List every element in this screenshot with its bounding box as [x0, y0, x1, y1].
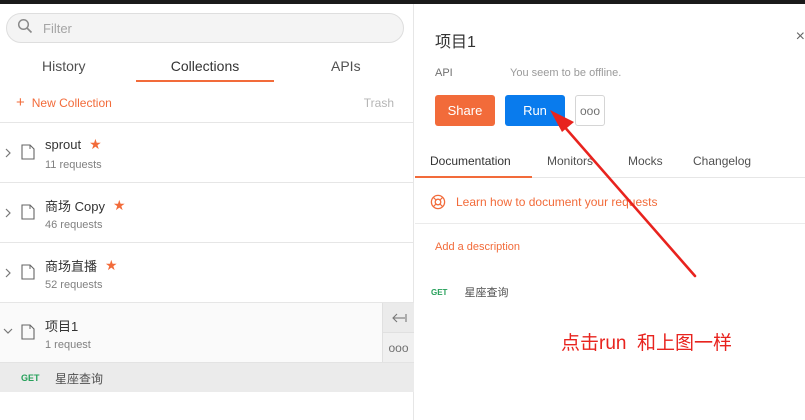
offline-notice: You seem to be offline. [510, 67, 622, 79]
tab-changelog[interactable]: Changelog [693, 154, 751, 168]
chevron-right-icon[interactable] [4, 207, 12, 219]
share-button[interactable]: Share [435, 95, 495, 126]
panel-title: 项目1 [435, 34, 476, 51]
collection-name: 项目1 [45, 319, 79, 334]
new-collection-label: New Collection [31, 96, 112, 110]
lifebuoy-icon [430, 194, 446, 210]
close-icon[interactable]: × [796, 28, 805, 46]
collection-list: sprout ★ 11 requests 商场 Copy ★ 46 reques… [0, 122, 414, 392]
tab-monitors[interactable]: Monitors [547, 154, 593, 168]
request-count: 11 requests [45, 159, 102, 171]
tab-history[interactable]: History [42, 58, 86, 74]
request-count: 1 request [45, 339, 91, 351]
panel-tabs: Documentation Monitors Mocks Changelog [415, 150, 805, 178]
collection-item-expanded[interactable]: 项目1 1 request ooo [0, 302, 414, 363]
learn-docs-link[interactable]: Learn how to document your requests [430, 194, 657, 210]
request-item[interactable]: GET 星座查询 [0, 362, 414, 392]
collection-detail-panel: 项目1 × API You seem to be offline. Share … [415, 4, 805, 420]
collection-name-row: 商场 Copy ★ [45, 196, 126, 215]
collection-actions: + New Collection Trash [0, 94, 414, 122]
new-collection-button[interactable]: + New Collection [16, 94, 112, 111]
collection-item[interactable]: sprout ★ 11 requests [0, 122, 414, 182]
plus-icon: + [16, 94, 25, 111]
request-count: 52 requests [45, 279, 103, 291]
chevron-down-icon[interactable] [2, 325, 14, 337]
collection-name-row: sprout ★ [45, 136, 102, 153]
learn-docs-label: Learn how to document your requests [456, 195, 658, 209]
tab-apis[interactable]: APIs [331, 58, 361, 74]
collection-name: 商场直播 [45, 259, 98, 274]
doc-request-item[interactable]: GET 星座查询 [431, 284, 508, 300]
request-name: 星座查询 [464, 287, 509, 299]
tab-documentation[interactable]: Documentation [430, 154, 511, 168]
sidebar: History Collections APIs + New Collectio… [0, 4, 414, 420]
collapse-sidebar-button[interactable] [383, 303, 414, 333]
more-options-button[interactable]: ooo [575, 95, 605, 126]
search-input[interactable] [43, 20, 383, 36]
request-method-badge: GET [21, 373, 40, 383]
collection-icon [21, 144, 35, 160]
collection-more-button[interactable]: ooo [383, 333, 414, 363]
chevron-right-icon[interactable] [4, 267, 12, 279]
collection-icon [21, 264, 35, 280]
collection-item[interactable]: 商场 Copy ★ 46 requests [0, 182, 414, 242]
search-box[interactable] [6, 13, 404, 43]
divider [415, 223, 805, 224]
active-tab-indicator [136, 80, 274, 82]
sidebar-tabs: History Collections APIs [0, 52, 414, 84]
tab-mocks[interactable]: Mocks [628, 154, 663, 168]
active-panel-tab-indicator [415, 176, 532, 178]
run-button[interactable]: Run [505, 95, 565, 126]
collection-icon [21, 204, 35, 220]
star-icon[interactable]: ★ [113, 197, 126, 214]
request-method-badge: GET [431, 287, 448, 297]
collection-side-buttons: ooo [382, 303, 414, 363]
star-icon[interactable]: ★ [105, 257, 118, 274]
collection-name: sprout [45, 137, 82, 152]
add-description-link[interactable]: Add a description [435, 241, 520, 253]
trash-button[interactable]: Trash [364, 96, 394, 110]
collection-name-row: 项目1 [45, 316, 78, 335]
chevron-right-icon[interactable] [4, 147, 12, 159]
collapse-arrow-icon [391, 313, 407, 322]
annotation-text: 点击run 和上图一样 [561, 333, 733, 354]
request-name: 星座查询 [55, 372, 104, 386]
tab-collections[interactable]: Collections [136, 58, 274, 74]
collection-name-row: 商场直播 ★ [45, 256, 118, 275]
collection-item[interactable]: 商场直播 ★ 52 requests [0, 242, 414, 302]
search-icon [17, 18, 33, 39]
collection-name: 商场 Copy [45, 199, 105, 214]
api-label: API [435, 67, 453, 79]
star-icon[interactable]: ★ [89, 136, 102, 153]
collection-icon [21, 324, 35, 340]
request-count: 46 requests [45, 219, 103, 231]
